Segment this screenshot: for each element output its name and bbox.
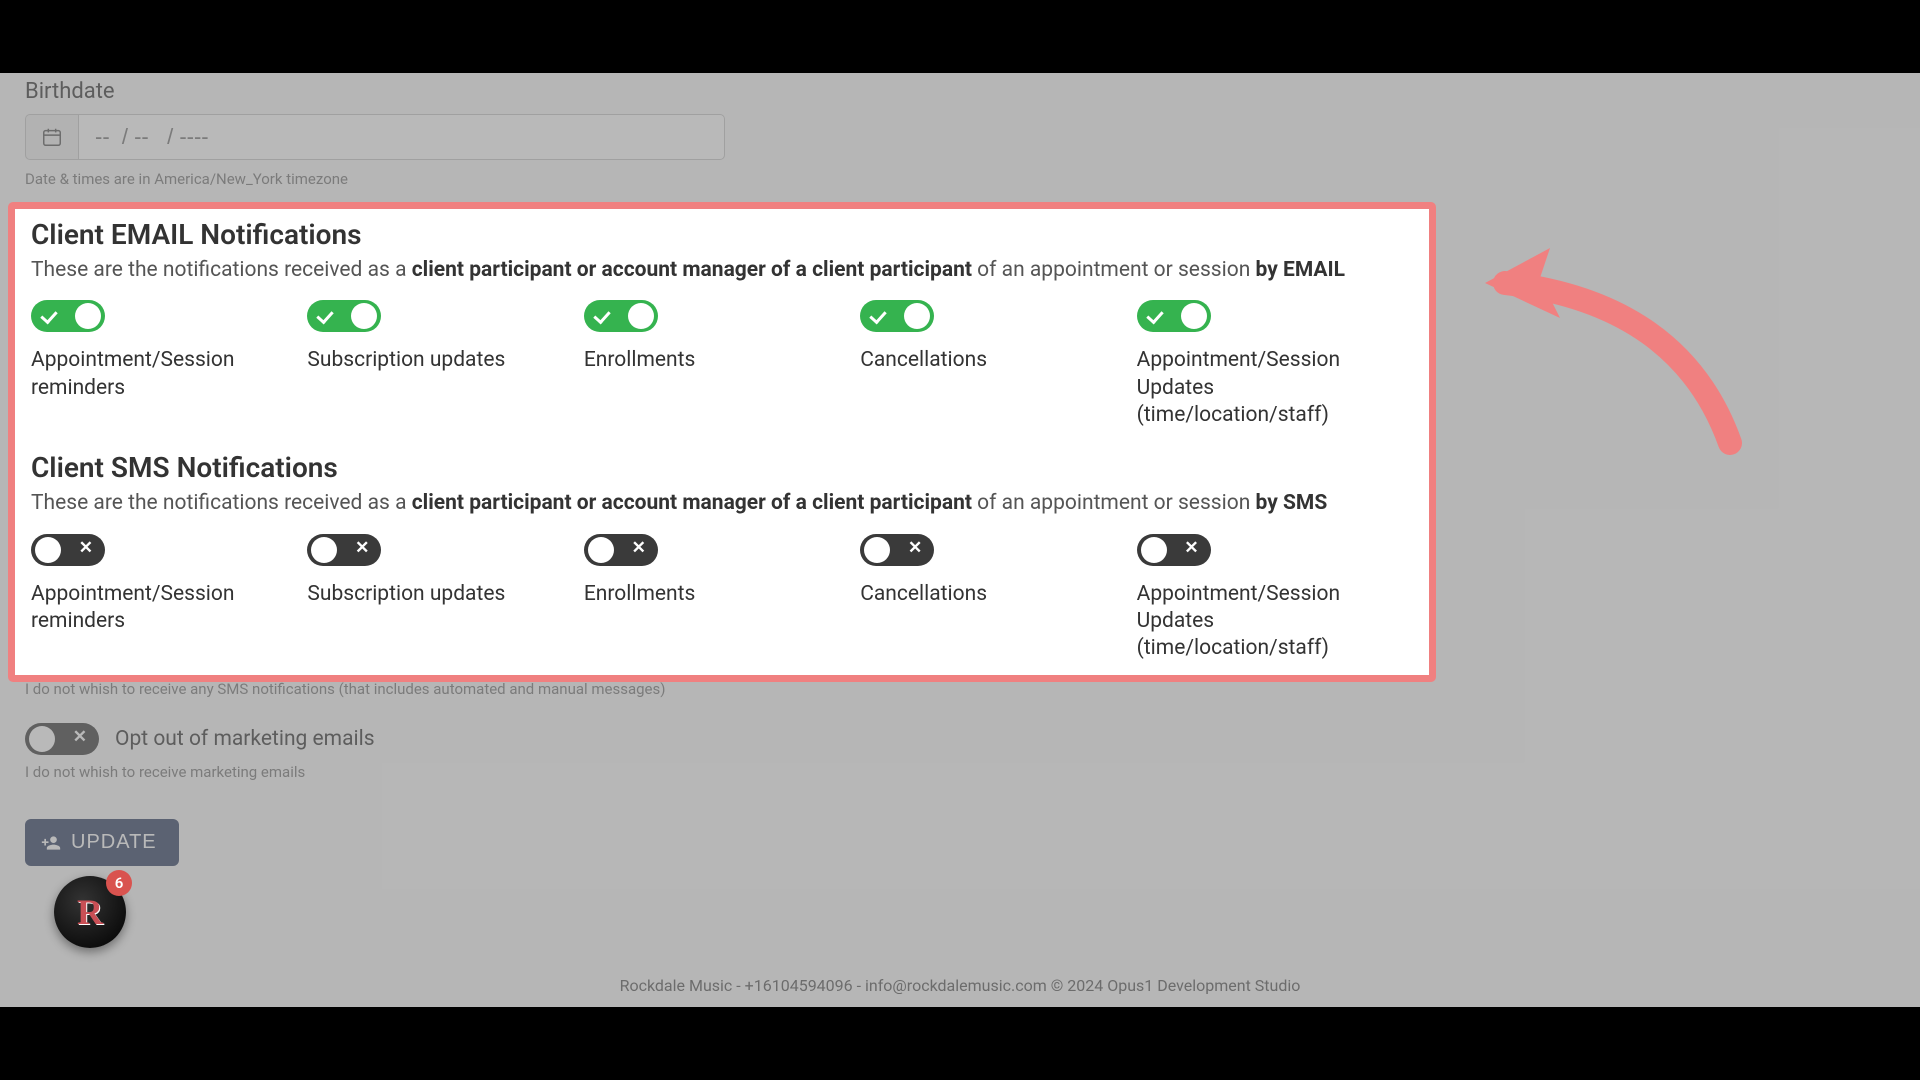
- email-toggle-label-3: Cancellations: [860, 347, 1118, 374]
- footer-copyright: © 2024 Opus1 Development Studio: [1047, 976, 1301, 995]
- calendar-icon[interactable]: [25, 114, 78, 160]
- email-toggle-label-4: Appointment/Session Updates (time/locati…: [1137, 347, 1395, 429]
- letterbox-bottom: [0, 1007, 1920, 1080]
- footer-email[interactable]: info@rockdalemusic.com: [865, 976, 1047, 995]
- email-toggle-label-1: Subscription updates: [307, 347, 565, 374]
- email-toggle-3[interactable]: [860, 300, 934, 332]
- email-toggle-label-2: Enrollments: [584, 347, 842, 374]
- brand-letter: R: [77, 891, 103, 933]
- notifications-panel-highlight: Client EMAIL Notifications These are the…: [8, 202, 1436, 682]
- footer: Rockdale Music - +16104594096 - info@roc…: [0, 976, 1920, 995]
- sms-notifications-desc: These are the notifications received as …: [31, 489, 1413, 517]
- email-toggle-group-4: Appointment/Session Updates (time/locati…: [1137, 300, 1413, 429]
- sms-toggle-1[interactable]: [307, 534, 381, 566]
- update-button[interactable]: UPDATE: [25, 819, 179, 866]
- footer-company: Rockdale Music: [620, 976, 733, 995]
- email-toggle-4[interactable]: [1137, 300, 1211, 332]
- sms-toggle-group-1: Subscription updates: [307, 534, 583, 663]
- birthdate-label: Birthdate: [25, 79, 1895, 104]
- opt-out-marketing-label: Opt out of marketing emails: [115, 727, 375, 751]
- email-notifications-desc: These are the notifications received as …: [31, 256, 1413, 284]
- sms-toggle-4[interactable]: [1137, 534, 1211, 566]
- email-toggle-label-0: Appointment/Session reminders: [31, 347, 289, 402]
- chat-widget-badge[interactable]: R 6: [54, 876, 126, 948]
- email-toggle-group-2: Enrollments: [584, 300, 860, 429]
- sms-notifications-title: Client SMS Notifications: [31, 451, 1413, 484]
- opt-out-marketing-row: Opt out of marketing emails: [25, 723, 1895, 755]
- sms-toggle-group-0: Appointment/Session reminders: [31, 534, 307, 663]
- footer-phone[interactable]: +16104594096: [745, 976, 853, 995]
- sms-toggle-3[interactable]: [860, 534, 934, 566]
- opt-out-sms-note: I do not whish to receive any SMS notifi…: [25, 680, 1895, 698]
- update-button-label: UPDATE: [71, 831, 157, 854]
- notification-count-badge: 6: [106, 870, 132, 896]
- sms-toggle-0[interactable]: [31, 534, 105, 566]
- sms-toggle-label-4: Appointment/Session Updates (time/locati…: [1137, 581, 1395, 663]
- person-add-icon: [41, 833, 61, 853]
- sms-toggle-group-3: Cancellations: [860, 534, 1136, 663]
- sms-toggle-label-3: Cancellations: [860, 581, 1118, 608]
- sms-toggle-label-2: Enrollments: [584, 581, 842, 608]
- email-toggle-group-3: Cancellations: [860, 300, 1136, 429]
- sms-toggle-label-0: Appointment/Session reminders: [31, 581, 289, 636]
- sms-toggle-row: Appointment/Session reminders Subscriptio…: [31, 534, 1413, 663]
- notifications-panel: Client EMAIL Notifications These are the…: [8, 202, 1436, 682]
- email-toggle-row: Appointment/Session reminders Subscriptio…: [31, 300, 1413, 429]
- birthdate-input-group: [25, 114, 1895, 160]
- email-toggle-0[interactable]: [31, 300, 105, 332]
- email-toggle-1[interactable]: [307, 300, 381, 332]
- opt-out-marketing-note: I do not whish to receive marketing emai…: [25, 763, 1895, 781]
- sms-toggle-2[interactable]: [584, 534, 658, 566]
- email-toggle-group-1: Subscription updates: [307, 300, 583, 429]
- sms-toggle-group-4: Appointment/Session Updates (time/locati…: [1137, 534, 1413, 663]
- timezone-note: Date & times are in America/New_York tim…: [25, 170, 1895, 188]
- sms-toggle-label-1: Subscription updates: [307, 581, 565, 608]
- sms-toggle-group-2: Enrollments: [584, 534, 860, 663]
- email-toggle-2[interactable]: [584, 300, 658, 332]
- email-toggle-group-0: Appointment/Session reminders: [31, 300, 307, 429]
- letterbox-top: [0, 0, 1920, 73]
- birthdate-input-wrapper: [78, 114, 725, 160]
- email-notifications-title: Client EMAIL Notifications: [31, 218, 1413, 251]
- birthdate-input[interactable]: [95, 124, 708, 150]
- opt-out-marketing-toggle[interactable]: [25, 723, 99, 755]
